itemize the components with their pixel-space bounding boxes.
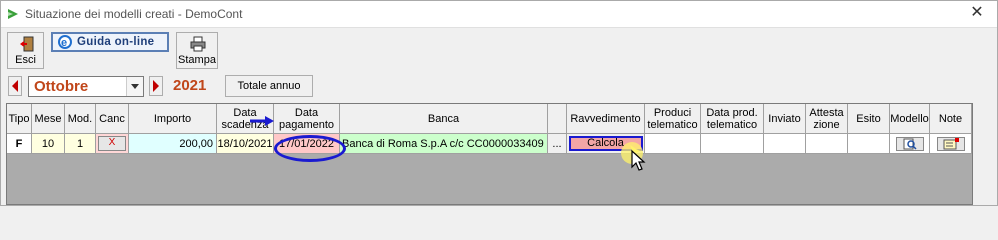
header-esito: Esito (848, 104, 890, 134)
cell-data-prod-telematico[interactable] (701, 134, 764, 154)
stampa-label: Stampa (178, 54, 216, 66)
header-inviato: Inviato (764, 104, 806, 134)
cell-tipo[interactable]: F (7, 134, 32, 154)
chevron-down-icon (131, 84, 139, 89)
cell-note (930, 134, 972, 154)
app-icon (8, 9, 18, 19)
guida-online-button[interactable]: e Guida on-line (51, 32, 169, 52)
cell-modello (890, 134, 930, 154)
cell-mese[interactable]: 10 (32, 134, 65, 154)
exit-door-icon (20, 36, 34, 52)
modello-button[interactable] (895, 136, 924, 151)
cell-attestazione[interactable] (806, 134, 848, 154)
annotation-arrow-icon (250, 116, 274, 126)
close-icon: ✕ (970, 4, 984, 21)
arrow-left-icon (12, 80, 18, 92)
cell-canc: X (96, 134, 129, 154)
cell-inviato[interactable] (764, 134, 806, 154)
header-ravvedimento: Ravvedimento (567, 104, 645, 134)
close-button[interactable]: ✕ (965, 3, 989, 23)
note-icon (943, 137, 959, 149)
svg-text:e: e (61, 37, 67, 49)
esci-button[interactable]: Esci (7, 32, 44, 69)
app-window: Situazione dei modelli creati - DemoCont… (0, 0, 998, 206)
note-button[interactable] (936, 136, 965, 151)
next-month-button[interactable] (149, 76, 163, 96)
mouse-cursor-icon (621, 142, 646, 171)
cell-importo[interactable]: 200,00 (129, 134, 217, 154)
stampa-button[interactable]: Stampa (176, 32, 218, 69)
cell-mod[interactable]: 1 (65, 134, 96, 154)
cell-banca[interactable]: Banca di Roma S.p.A c/c CC0000033409 (340, 134, 548, 154)
header-canc: Canc (96, 104, 129, 134)
cell-data-scadenza[interactable]: 18/10/2021 (217, 134, 274, 154)
dropdown-button[interactable] (126, 77, 143, 96)
header-mod: Mod. (65, 104, 96, 134)
month-select[interactable]: Ottobre (28, 76, 144, 97)
magnifier-document-icon (903, 138, 917, 150)
header-tipo: Tipo (7, 104, 32, 134)
totale-annuo-button[interactable]: Totale annuo (225, 75, 313, 97)
previous-month-button[interactable] (8, 76, 22, 96)
banca-browse-button[interactable]: ... (548, 134, 567, 154)
header-dots (548, 104, 567, 134)
delete-button[interactable]: X (98, 136, 126, 151)
esci-label: Esci (15, 54, 36, 66)
cell-esito[interactable] (848, 134, 890, 154)
header-banca: Banca (340, 104, 548, 134)
guida-label: Guida on-line (77, 36, 155, 48)
header-data-pagamento: Data pagamento (274, 104, 340, 134)
header-data-prod-telematico: Data prod. telematico (701, 104, 764, 134)
models-grid: Tipo Mese Mod. Canc Importo Data scadenz… (6, 103, 973, 205)
title-bar: Situazione dei modelli creati - DemoCont… (1, 1, 997, 28)
window-title: Situazione dei modelli creati - DemoCont (25, 7, 243, 21)
printer-icon (190, 36, 206, 52)
annotation-highlight-oval (274, 135, 346, 162)
year-label: 2021 (173, 77, 207, 94)
header-importo: Importo (129, 104, 217, 134)
header-produci-telematico: Produci telematico (645, 104, 701, 134)
header-mese: Mese (32, 104, 65, 134)
header-attestazione: Attesta zione (806, 104, 848, 134)
header-note: Note (930, 104, 972, 134)
internet-explorer-icon: e (58, 35, 72, 49)
header-modello: Modello (890, 104, 930, 134)
arrow-right-icon (153, 80, 159, 92)
month-value: Ottobre (34, 78, 89, 95)
